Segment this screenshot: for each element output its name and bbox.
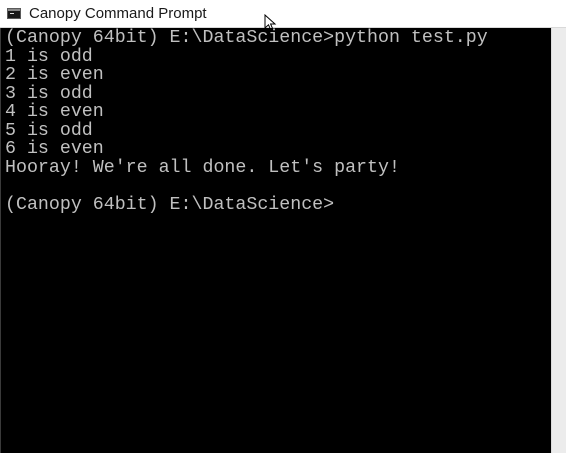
console-line: (Canopy 64bit) E:\DataScience>python tes… [5, 28, 488, 48]
command-prompt-window: Canopy Command Prompt (Canopy 64bit) E:\… [0, 0, 566, 453]
console-line: Hooray! We're all done. Let's party! [5, 157, 400, 178]
console-line: 2 is even [5, 65, 104, 85]
console-line: 3 is odd [5, 83, 93, 104]
window-left-border [0, 28, 1, 453]
command-prompt-icon[interactable] [7, 8, 21, 19]
title-bar[interactable]: Canopy Command Prompt [0, 0, 566, 32]
window-title: Canopy Command Prompt [29, 5, 207, 22]
console-line: 5 is odd [5, 120, 93, 141]
console-line: 4 is even [5, 102, 104, 122]
console-lines: (Canopy 64bit) E:\DataScience>python tes… [5, 29, 488, 214]
console-line: 6 is even [5, 139, 104, 159]
console-line: 1 is odd [5, 46, 93, 67]
console-output[interactable]: (Canopy 64bit) E:\DataScience>python tes… [0, 28, 551, 453]
console-prompt-line[interactable]: (Canopy 64bit) E:\DataScience> [5, 195, 488, 215]
vertical-scrollbar[interactable] [551, 28, 566, 453]
